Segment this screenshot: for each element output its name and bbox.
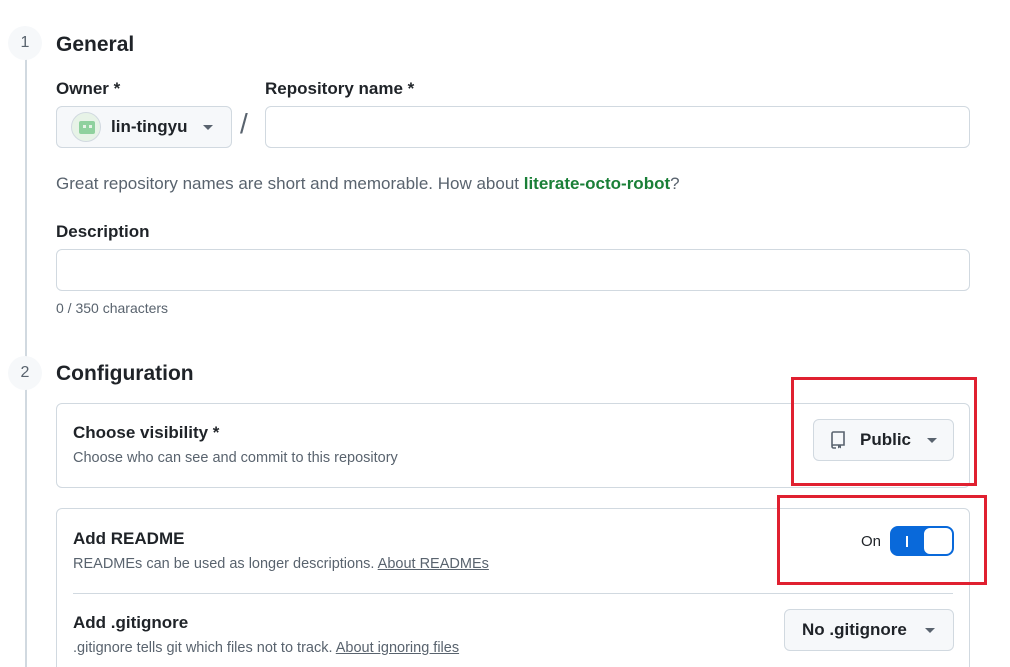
avatar [71, 112, 101, 142]
gitignore-description: .gitignore tells git which files not to … [73, 640, 459, 656]
section-title-general: General [56, 33, 135, 56]
gitignore-select[interactable]: No .gitignore [784, 609, 954, 651]
owner-repo-separator: / [240, 108, 248, 139]
readme-description: READMEs can be used as longer descriptio… [73, 556, 489, 572]
hint-prefix: Great repository names are short and mem… [56, 174, 524, 193]
readme-title: Add README [73, 529, 185, 548]
repo-name-label: Repository name * [265, 79, 415, 98]
readme-description-text: READMEs can be used as longer descriptio… [73, 556, 378, 572]
gitignore-title: Add .gitignore [73, 613, 189, 632]
gitignore-value: No .gitignore [802, 620, 907, 639]
readme-toggle-highlight-box [777, 495, 987, 585]
description-label: Description [56, 222, 150, 241]
owner-name: lin-tingyu [111, 117, 188, 136]
gitignore-description-text: .gitignore tells git which files not to … [73, 640, 336, 656]
suggested-name-link[interactable]: literate-octo-robot [524, 174, 670, 193]
repo-name-hint: Great repository names are short and mem… [56, 174, 680, 194]
step-number-2: 2 [8, 356, 42, 390]
section-title-configuration: Configuration [56, 362, 194, 385]
chevron-down-icon [924, 627, 935, 633]
hint-suffix: ? [670, 174, 680, 193]
repo-name-input[interactable] [265, 106, 970, 148]
about-ignoring-files-link[interactable]: About ignoring files [336, 640, 459, 656]
visibility-description: Choose who can see and commit to this re… [73, 450, 398, 466]
chevron-down-icon [203, 124, 214, 130]
description-input[interactable] [56, 249, 970, 291]
visibility-title: Choose visibility * [73, 423, 220, 442]
owner-select[interactable]: lin-tingyu [56, 106, 232, 148]
description-char-count: 0 / 350 characters [56, 300, 169, 316]
visibility-highlight-box [791, 377, 977, 486]
step-number-1: 1 [8, 26, 42, 60]
about-readmes-link[interactable]: About READMEs [378, 556, 489, 572]
owner-label: Owner * [56, 79, 121, 98]
card-divider [73, 593, 953, 594]
